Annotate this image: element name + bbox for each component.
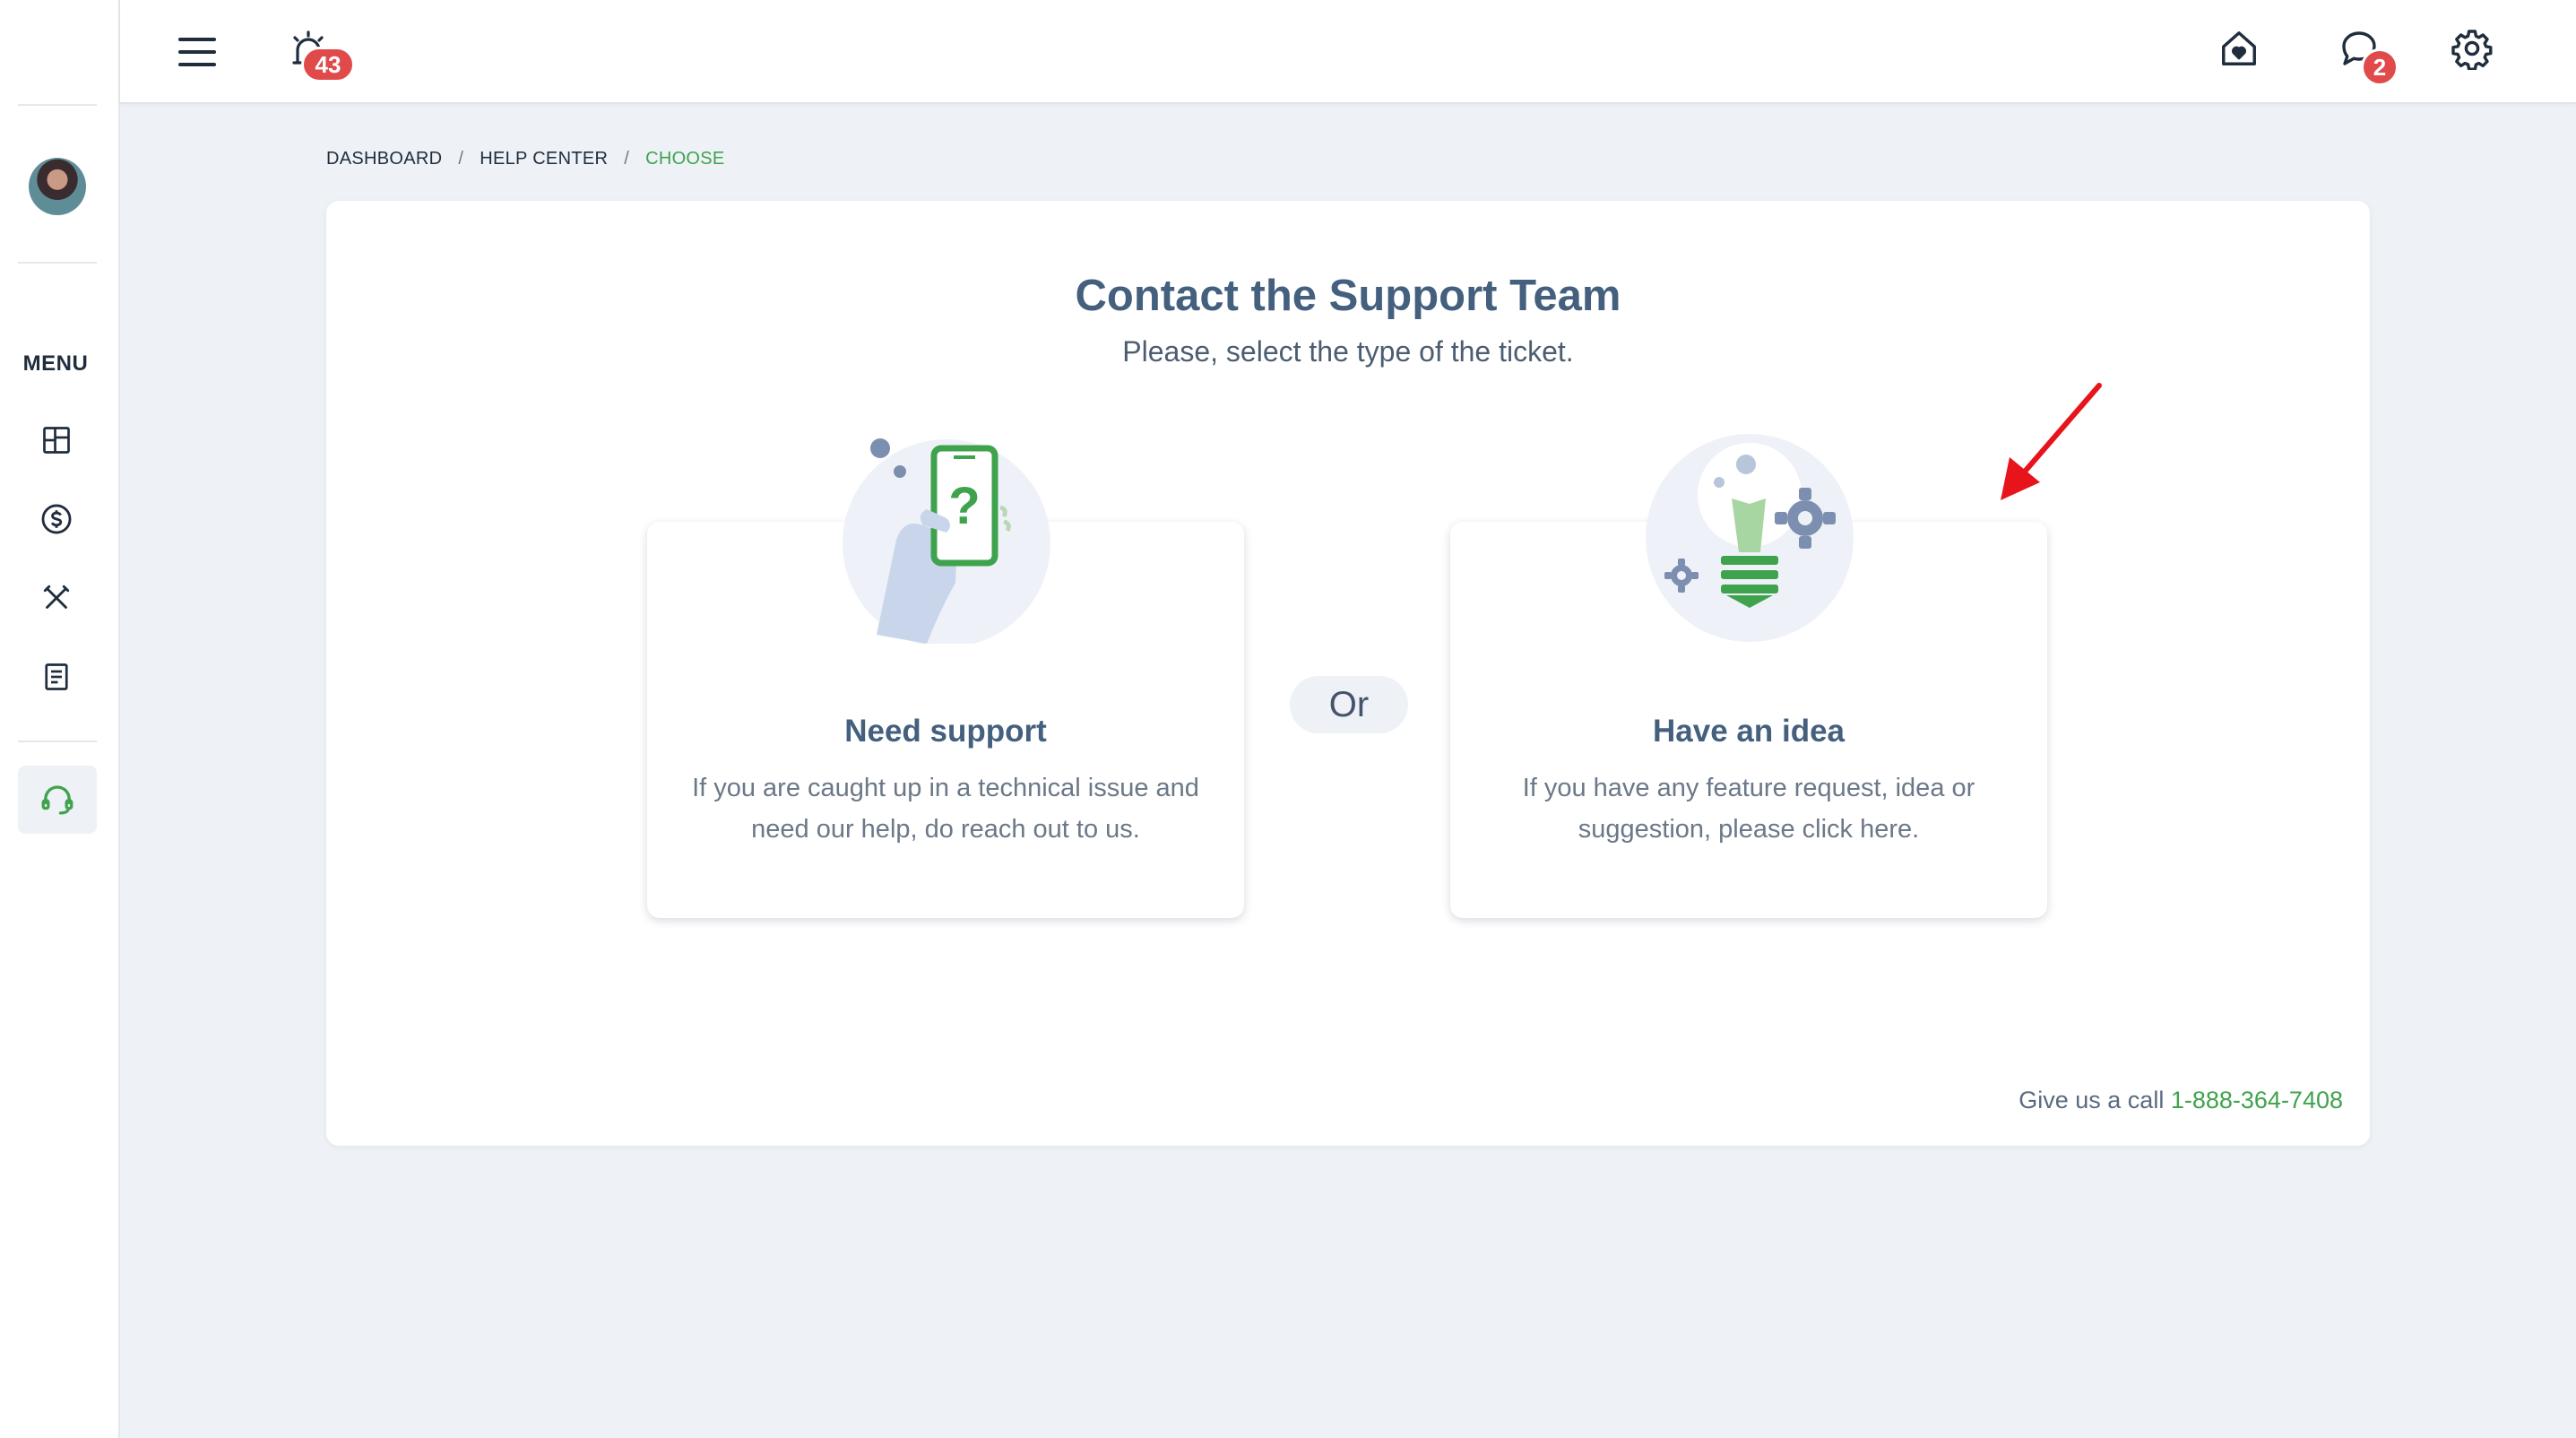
- avatar[interactable]: [29, 158, 86, 215]
- hamburger-icon: [178, 38, 216, 66]
- have-an-idea-description: If you have any feature request, idea or…: [1522, 774, 1975, 844]
- phone-link[interactable]: 1-888-364-7408: [2171, 1087, 2343, 1113]
- home-heart-icon: [2222, 31, 2256, 65]
- svg-text:?: ?: [948, 477, 980, 535]
- sidebar-divider: [18, 104, 97, 106]
- or-separator: Or: [1290, 676, 1408, 733]
- support-panel: Contact the Support Team Please, select …: [326, 201, 2370, 1146]
- sidebar-item-dashboard[interactable]: [34, 418, 79, 463]
- call-info: Give us a call 1-888-364-7408: [2018, 1087, 2343, 1114]
- top-bar: 43 2: [120, 0, 2576, 104]
- call-text: Give us a call: [2018, 1087, 2165, 1113]
- sidebar-item-support[interactable]: [18, 766, 97, 834]
- tools-icon: [43, 585, 70, 609]
- sidebar-divider: [18, 262, 97, 264]
- dollar-icon: [41, 504, 72, 534]
- annotation-arrow-icon: [2001, 383, 2102, 500]
- settings-button[interactable]: [2447, 23, 2497, 74]
- headset-icon: [41, 785, 73, 815]
- document-icon: [45, 663, 68, 690]
- alarm-badge: 43: [301, 47, 355, 82]
- sidebar-item-billing[interactable]: [34, 497, 79, 541]
- menu-label: MENU: [22, 351, 89, 376]
- phone-question-illustration: ?: [843, 438, 1050, 644]
- gear-icon: [2451, 30, 2493, 70]
- sidebar-divider: [18, 741, 97, 742]
- sidebar-item-reports[interactable]: [34, 654, 79, 699]
- breadcrumb-separator: /: [624, 149, 630, 169]
- dashboard-icon: [43, 427, 70, 454]
- lightbulb-idea-illustration: [1646, 434, 1854, 642]
- chat-badge: 2: [2361, 48, 2399, 86]
- sidebar: MENU: [0, 0, 120, 1438]
- chat-button[interactable]: 2: [2334, 23, 2399, 86]
- page-title: Contact the Support Team: [1075, 272, 1621, 320]
- sidebar-item-tools[interactable]: [34, 576, 79, 620]
- need-support-description: If you are caught up in a technical issu…: [692, 774, 1199, 844]
- hamburger-menu-button[interactable]: [169, 25, 226, 79]
- have-an-idea-title: Have an idea: [1653, 714, 1845, 749]
- breadcrumb-dashboard[interactable]: DASHBOARD: [326, 149, 442, 169]
- page-subtitle: Please, select the type of the ticket.: [1122, 335, 1574, 368]
- need-support-title: Need support: [844, 714, 1047, 749]
- breadcrumb: DASHBOARD / HELP CENTER / CHOOSE: [326, 149, 725, 169]
- breadcrumb-help-center[interactable]: HELP CENTER: [480, 149, 608, 169]
- alarm-button[interactable]: 43: [281, 23, 355, 82]
- breadcrumb-current: CHOOSE: [645, 149, 725, 169]
- home-button[interactable]: [2214, 23, 2264, 74]
- breadcrumb-separator: /: [458, 149, 464, 169]
